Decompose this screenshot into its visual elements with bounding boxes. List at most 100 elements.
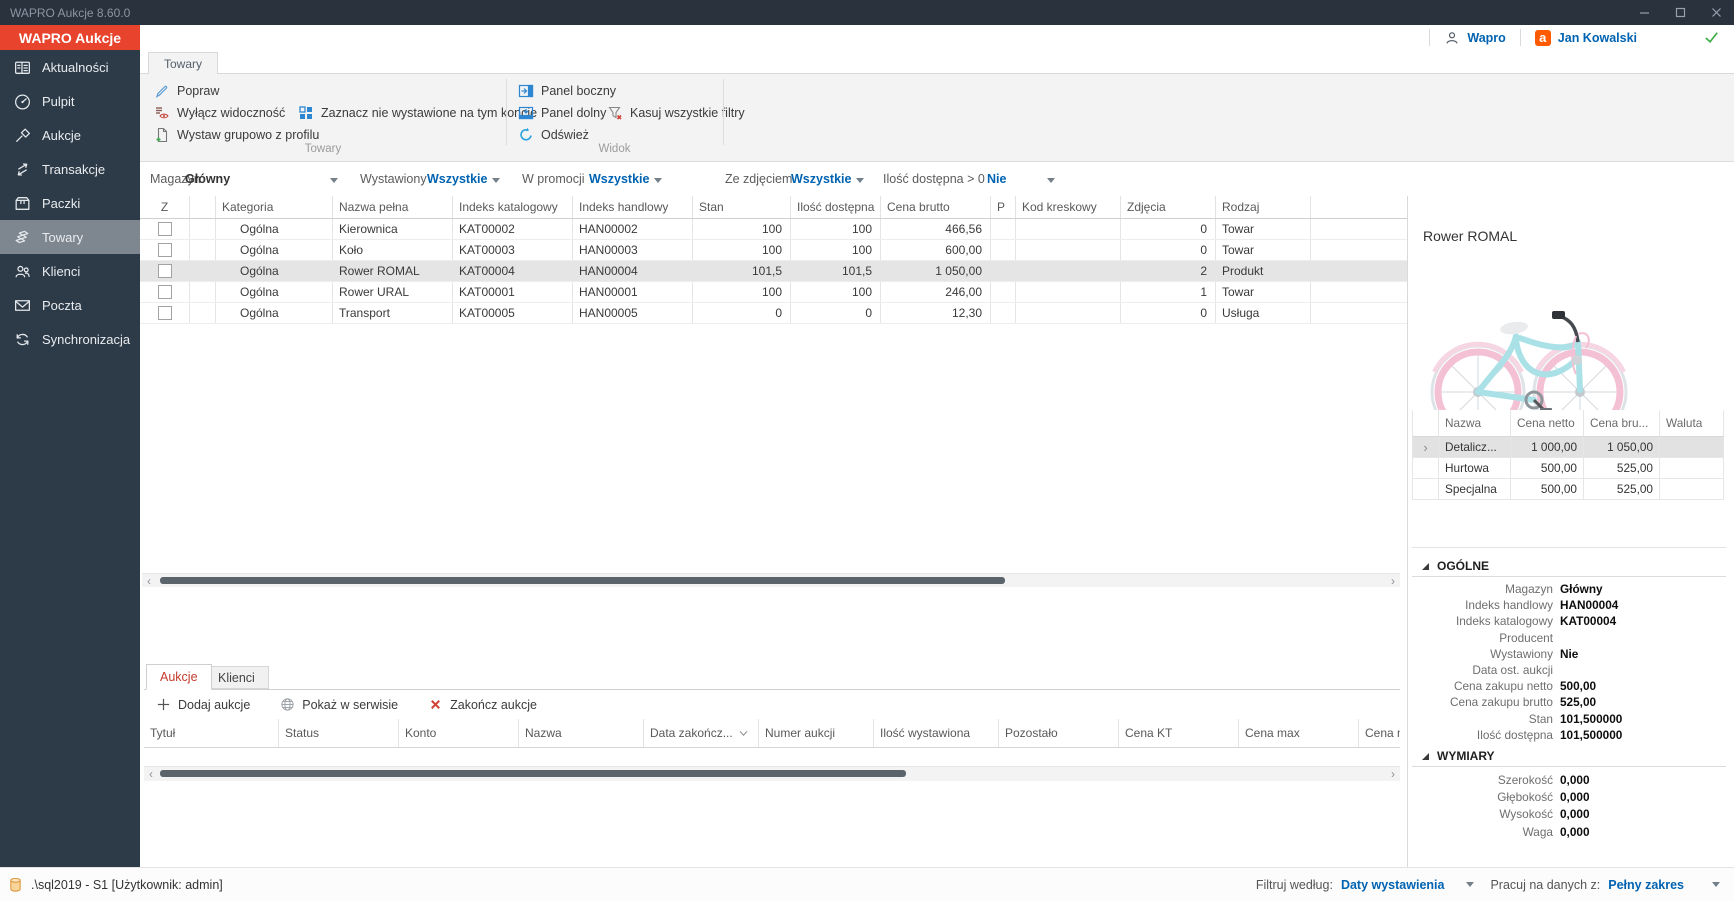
minimize-button[interactable] xyxy=(1626,0,1662,25)
panel-dolny-button[interactable]: Panel dolny xyxy=(518,102,606,124)
products-hscrollbar[interactable]: ‹ › xyxy=(142,573,1400,587)
price-column-waluta[interactable]: Waluta xyxy=(1660,410,1724,436)
zdjecie-dropdown-icon[interactable] xyxy=(856,178,864,183)
scroll-left-icon[interactable]: ‹ xyxy=(144,767,158,780)
column-header-cena-max[interactable]: Cena max xyxy=(1239,719,1359,747)
sidebar-item-transakcje[interactable]: Transakcje xyxy=(0,152,140,186)
price-row-selected[interactable]: › Detalicz... 1 000,00 1 050,00 xyxy=(1412,437,1724,458)
tab-klienci[interactable]: Klienci xyxy=(204,666,269,689)
column-header-stan[interactable]: Stan xyxy=(693,196,791,218)
column-header-indeks-katalogowy[interactable]: Indeks katalogowy xyxy=(453,196,573,218)
popraw-button[interactable]: Popraw xyxy=(154,80,219,102)
table-row[interactable]: Ogólna Transport KAT00005 HAN00005 0 0 1… xyxy=(140,303,1407,324)
column-header-status[interactable]: Status xyxy=(279,719,399,747)
pracuj-na-danych-value[interactable]: Pełny zakres xyxy=(1608,878,1684,892)
price-row[interactable]: Specjalna 500,00 525,00 xyxy=(1412,479,1724,500)
scrollbar-thumb[interactable] xyxy=(160,577,1005,584)
table-row-selected[interactable]: Ogólna Rower ROMAL KAT00004 HAN00004 101… xyxy=(140,261,1407,282)
zakoncz-aukcje-button[interactable]: Zakończ aukcje xyxy=(428,697,537,712)
panel-boczny-button[interactable]: Panel boczny xyxy=(518,80,616,102)
column-header-kod-kreskowy[interactable]: Kod kreskowy xyxy=(1016,196,1121,218)
promocja-dropdown-icon[interactable] xyxy=(654,178,662,183)
sidebar-item-klienci[interactable]: Klienci xyxy=(0,254,140,288)
wystawiony-dropdown-icon[interactable] xyxy=(492,178,500,183)
column-header-nazwa[interactable]: Nazwa xyxy=(519,719,644,747)
table-row[interactable]: Ogólna Rower URAL KAT00001 HAN00001 100 … xyxy=(140,282,1407,303)
table-row[interactable]: Ogólna Kierownica KAT00002 HAN00002 100 … xyxy=(140,219,1407,240)
odswiez-label: Odśwież xyxy=(541,128,589,142)
column-header-pozostalo[interactable]: Pozostało xyxy=(999,719,1119,747)
column-header-rodzaj[interactable]: Rodzaj xyxy=(1216,196,1311,218)
scroll-right-icon[interactable]: › xyxy=(1386,574,1400,587)
tab-towary[interactable]: Towary xyxy=(148,52,219,74)
column-header-nazwa[interactable]: Nazwa pełna xyxy=(333,196,453,218)
ilosc-filter-value[interactable]: Nie xyxy=(987,172,1006,186)
column-header-tytul[interactable]: Tytuł xyxy=(144,719,279,747)
dodaj-aukcje-button[interactable]: Dodaj aukcje xyxy=(156,697,250,712)
price-row[interactable]: Hurtowa 500,00 525,00 xyxy=(1412,458,1724,479)
zakres-dropdown-icon[interactable] xyxy=(1712,882,1720,887)
price-column-nazwa[interactable]: Nazwa xyxy=(1439,410,1511,436)
column-header-zdjecia[interactable]: Zdjęcia xyxy=(1121,196,1216,218)
sidebar-item-aukcje[interactable]: Aukcje xyxy=(0,118,140,152)
wapro-account-button[interactable]: Wapro xyxy=(1430,25,1519,50)
bottom-tabstrip: Aukcje Klienci xyxy=(144,662,1400,690)
panel-dolny-label: Panel dolny xyxy=(541,106,607,120)
column-header-konto[interactable]: Konto xyxy=(399,719,519,747)
column-header-cena-kt[interactable]: Cena KT xyxy=(1119,719,1239,747)
ilosc-dropdown-icon[interactable] xyxy=(1047,178,1055,183)
price-column-netto[interactable]: Cena netto xyxy=(1511,410,1584,436)
filtruj-wedlug-value[interactable]: Daty wystawienia xyxy=(1341,878,1445,892)
row-checkbox[interactable] xyxy=(157,243,172,257)
column-header-data-zakonczenia[interactable]: Data zakończ... xyxy=(644,719,759,747)
column-header-numer-aukcji[interactable]: Numer aukcji xyxy=(759,719,874,747)
column-header-icon[interactable] xyxy=(190,196,216,218)
scroll-right-icon[interactable]: › xyxy=(1386,767,1400,780)
sidebar-item-poczta[interactable]: Poczta xyxy=(0,288,140,322)
pokaz-w-serwisie-button[interactable]: Pokaż w serwisie xyxy=(280,697,398,712)
zdjecie-filter-value[interactable]: Wszystkie xyxy=(791,172,851,186)
section-header-ogolne[interactable]: OGÓLNE xyxy=(1412,556,1726,577)
close-button[interactable] xyxy=(1698,0,1734,25)
wylacz-widocznosc-button[interactable]: Wyłącz widoczność xyxy=(154,102,285,124)
sidebar-item-aktualnosci[interactable]: Aktualności xyxy=(0,50,140,84)
table-row[interactable]: Ogólna Koło KAT00003 HAN00003 100 100 60… xyxy=(140,240,1407,261)
sidebar-item-towary[interactable]: Towary xyxy=(0,220,140,254)
column-header-cena-brutto[interactable]: Cena brutto xyxy=(881,196,991,218)
maximize-button[interactable] xyxy=(1662,0,1698,25)
cell-indeks-handlowy: HAN00004 xyxy=(573,261,693,281)
filtruj-dropdown-icon[interactable] xyxy=(1466,882,1475,887)
auctions-hscrollbar[interactable]: ‹ › xyxy=(144,766,1400,781)
wystawiony-filter-value[interactable]: Wszystkie xyxy=(427,172,487,186)
row-expander-icon[interactable]: › xyxy=(1413,437,1439,457)
price-cell-nazwa: Specjalna xyxy=(1439,479,1511,499)
sidebar-item-paczki[interactable]: Paczki xyxy=(0,186,140,220)
sidebar-item-synchronizacja[interactable]: Synchronizacja xyxy=(0,322,140,356)
section-header-wymiary[interactable]: WYMIARY xyxy=(1412,746,1726,767)
column-header-z[interactable]: Z xyxy=(140,196,190,218)
tab-aukcje[interactable]: Aukcje xyxy=(146,664,212,690)
row-checkbox[interactable] xyxy=(157,306,172,320)
magazyn-dropdown-icon[interactable] xyxy=(330,178,338,183)
ribbon-group-separator xyxy=(723,79,724,145)
column-header-indeks-handlowy[interactable]: Indeks handlowy xyxy=(573,196,693,218)
cell-ilosc: 100 xyxy=(791,240,881,260)
row-checkbox[interactable] xyxy=(157,285,172,299)
scrollbar-thumb[interactable] xyxy=(160,770,906,777)
column-header-cena-n[interactable]: Cena n... xyxy=(1359,719,1400,747)
price-column-brutto[interactable]: Cena bru... xyxy=(1584,410,1660,436)
promocja-filter-value[interactable]: Wszystkie xyxy=(589,172,649,186)
magazyn-filter-value[interactable]: Główny xyxy=(185,172,230,186)
column-header-ilosc-wystawiona[interactable]: Ilość wystawiona xyxy=(874,719,999,747)
cell-zdjecia: 0 xyxy=(1121,219,1216,239)
sidebar-item-pulpit[interactable]: Pulpit xyxy=(0,84,140,118)
row-checkbox[interactable] xyxy=(157,264,172,278)
column-header-p[interactable]: P xyxy=(991,196,1016,218)
allegro-account-button[interactable]: a Jan Kowalski xyxy=(1521,25,1651,50)
row-checkbox[interactable] xyxy=(157,222,172,236)
cell-kategoria: Ogólna xyxy=(216,282,333,302)
column-header-ilosc[interactable]: Ilość dostępna xyxy=(791,196,881,218)
column-header-kategoria[interactable]: Kategoria xyxy=(216,196,333,218)
scroll-left-icon[interactable]: ‹ xyxy=(142,574,156,587)
zaznacz-nie-wystawione-button[interactable]: Zaznacz nie wystawione na tym koncie xyxy=(298,102,537,124)
